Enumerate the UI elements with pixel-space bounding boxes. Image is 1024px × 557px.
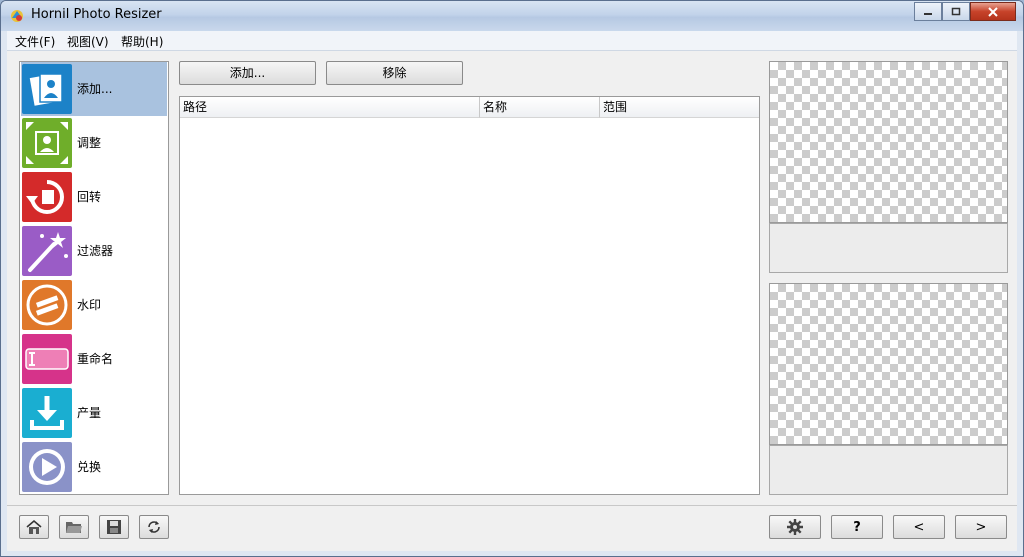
sidebar-item-label: 重命名	[77, 352, 114, 366]
refresh-icon	[148, 521, 160, 533]
refresh-button[interactable]	[139, 515, 169, 539]
source-preview-image	[769, 61, 1008, 223]
next-button[interactable]: >	[955, 515, 1007, 539]
gear-icon	[787, 519, 803, 535]
task-sidebar: 添加... 调整 回转 过滤器 水印 重命名 产量 兑换	[19, 61, 169, 495]
client-area: 添加... 调整 回转 过滤器 水印 重命名 产量 兑换 添加... 移除 路径…	[7, 51, 1017, 551]
sidebar-item-convert[interactable]: 兑换	[21, 440, 167, 494]
rotate-icon	[22, 172, 72, 222]
sidebar-item-label: 添加...	[77, 82, 113, 96]
column-header-range[interactable]: 范围	[600, 97, 759, 118]
column-header-name[interactable]: 名称	[480, 97, 600, 118]
title-bar: Hornil Photo Resizer	[1, 1, 1023, 31]
sidebar-item-label: 水印	[77, 298, 102, 312]
close-button[interactable]	[970, 2, 1016, 21]
sidebar-item-label: 调整	[77, 136, 102, 150]
open-folder-button[interactable]	[59, 515, 89, 539]
convert-play-icon	[22, 442, 72, 492]
sidebar-item-output[interactable]: 产量	[21, 386, 167, 440]
result-preview-image	[769, 283, 1008, 445]
remove-button[interactable]: 移除	[326, 61, 463, 85]
sidebar-item-add[interactable]: 添加...	[21, 62, 167, 116]
menu-file[interactable]: 文件(F)	[15, 33, 55, 50]
source-info-panel	[769, 223, 1008, 273]
add-photo-icon	[22, 64, 72, 114]
maximize-button[interactable]	[942, 2, 970, 21]
magic-wand-icon	[22, 226, 72, 276]
sidebar-item-label: 过滤器	[77, 244, 114, 258]
app-logo-icon	[11, 10, 23, 22]
save-icon	[107, 520, 121, 534]
sidebar-item-rename[interactable]: 重命名	[21, 332, 167, 386]
rename-icon	[22, 334, 72, 384]
column-header-path[interactable]: 路径	[180, 97, 480, 118]
sidebar-item-filter[interactable]: 过滤器	[21, 224, 167, 278]
settings-button[interactable]	[769, 515, 821, 539]
watermark-icon	[22, 280, 72, 330]
menu-view[interactable]: 视图(V)	[67, 33, 109, 50]
sidebar-item-label: 兑换	[77, 460, 102, 474]
menu-bar: 文件(F) 视图(V) 帮助(H)	[7, 31, 1017, 51]
sidebar-item-rotate[interactable]: 回转	[21, 170, 167, 224]
save-button[interactable]	[99, 515, 129, 539]
file-list[interactable]: 路径 名称 范围	[179, 96, 760, 495]
help-button[interactable]: ?	[831, 515, 883, 539]
sidebar-item-resize[interactable]: 调整	[21, 116, 167, 170]
add-button[interactable]: 添加...	[179, 61, 316, 85]
prev-button[interactable]: <	[893, 515, 945, 539]
sidebar-item-label: 回转	[77, 190, 102, 204]
maximize-icon	[951, 7, 961, 16]
output-download-icon	[22, 388, 72, 438]
sidebar-item-watermark[interactable]: 水印	[21, 278, 167, 332]
result-info-panel	[769, 445, 1008, 495]
menu-help[interactable]: 帮助(H)	[121, 33, 163, 50]
close-icon	[988, 6, 998, 17]
resize-icon	[22, 118, 72, 168]
home-button[interactable]	[19, 515, 49, 539]
open-folder-icon	[66, 522, 82, 533]
sidebar-item-label: 产量	[77, 406, 102, 420]
app-window: Hornil Photo Resizer 文件(F) 视图(V) 帮助(H) 添…	[0, 0, 1024, 557]
divider	[7, 505, 1017, 506]
minimize-icon	[924, 12, 932, 15]
window-title: Hornil Photo Resizer	[31, 7, 162, 22]
minimize-button[interactable]	[914, 2, 942, 21]
home-icon	[26, 519, 42, 534]
